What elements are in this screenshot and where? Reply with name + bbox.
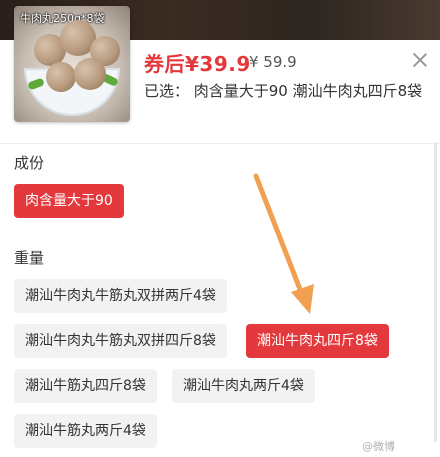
price-after-coupon: 券后¥39.9 bbox=[144, 52, 251, 76]
thumbnail-label: 牛肉丸250g*8袋 bbox=[20, 12, 105, 25]
option-chip-weight-selected[interactable]: 潮汕牛肉丸四斤8袋 bbox=[246, 324, 389, 358]
option-chip-weight[interactable]: 潮汕牛筋丸四斤8袋 bbox=[14, 369, 157, 403]
watermark: @微博 bbox=[362, 440, 395, 453]
header-divider bbox=[0, 143, 440, 144]
option-chip-weight[interactable]: 潮汕牛筋丸两斤4袋 bbox=[14, 414, 157, 448]
section-title-ingredient: 成份 bbox=[14, 154, 45, 172]
meatball-graphic bbox=[46, 62, 76, 92]
meatball-graphic bbox=[74, 58, 106, 90]
original-price: ¥ 59.9 bbox=[249, 53, 297, 71]
option-chip-meat-content[interactable]: 肉含量大于90 bbox=[14, 184, 124, 218]
sku-selector-sheet: 牛肉丸250g*8袋 券后¥39.9 ¥ 59.9 已选： 肉含量大于90 潮汕… bbox=[0, 0, 440, 457]
option-chip-weight[interactable]: 潮汕牛肉丸牛筋丸双拼四斤8袋 bbox=[14, 324, 227, 358]
section-title-weight: 重量 bbox=[14, 249, 45, 267]
option-chip-weight[interactable]: 潮汕牛肉丸牛筋丸双拼两斤4袋 bbox=[14, 279, 227, 313]
product-thumbnail: 牛肉丸250g*8袋 bbox=[14, 6, 130, 122]
close-icon[interactable] bbox=[410, 50, 430, 70]
scrollbar[interactable] bbox=[434, 142, 437, 442]
option-chip-weight[interactable]: 潮汕牛肉丸两斤4袋 bbox=[172, 369, 315, 403]
selected-variant-text: 已选： 肉含量大于90 潮汕牛肉丸四斤8袋 bbox=[144, 82, 423, 100]
